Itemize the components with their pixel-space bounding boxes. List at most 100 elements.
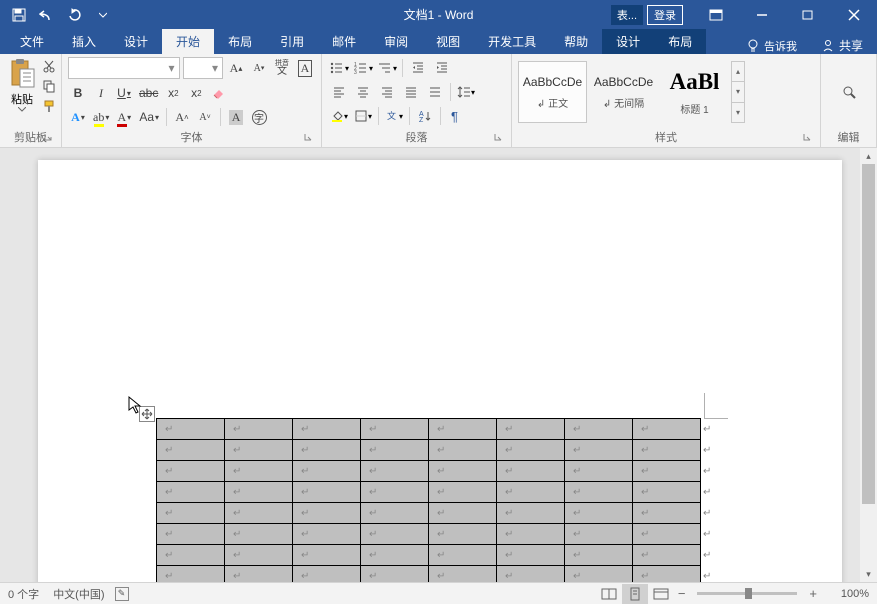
tab-design[interactable]: 设计 [110, 29, 162, 54]
table-cell[interactable]: ↵ [565, 524, 633, 545]
styles-up-button[interactable]: ▴ [732, 62, 744, 82]
scroll-up-button[interactable]: ▴ [860, 148, 877, 164]
table-cell[interactable]: ↵ [157, 566, 225, 583]
table-cell[interactable]: ↵ [429, 566, 497, 583]
table-cell[interactable]: ↵ [293, 482, 361, 503]
table-cell[interactable]: ↵ [293, 503, 361, 524]
enclose-char-button[interactable]: 字 [249, 107, 269, 127]
table-cell[interactable]: ↵ [361, 503, 429, 524]
subscript-button[interactable]: x2 [163, 83, 183, 103]
table-cell[interactable]: ↵ [497, 524, 565, 545]
table-cell[interactable]: ↵ [157, 524, 225, 545]
italic-button[interactable]: I [91, 83, 111, 103]
table-cell[interactable]: ↵ [429, 524, 497, 545]
table-cell[interactable]: ↵ [497, 482, 565, 503]
table-cell[interactable]: ↵ [633, 440, 701, 461]
language-status[interactable]: 中文(中国) [53, 586, 104, 602]
tab-help[interactable]: 帮助 [550, 29, 602, 54]
font-family-combobox[interactable]: ▾ [68, 57, 180, 79]
styles-more-button[interactable]: ▾ [732, 103, 744, 122]
table-cell[interactable]: ↵ [157, 482, 225, 503]
table-cell[interactable]: ↵ [293, 461, 361, 482]
table-cell[interactable]: ↵ [225, 545, 293, 566]
table-cell[interactable]: ↵ [633, 524, 701, 545]
table-cell[interactable]: ↵ [565, 461, 633, 482]
zoom-slider[interactable] [697, 592, 797, 595]
tab-table-layout[interactable]: 布局 [654, 29, 706, 54]
grow-font2-button[interactable]: A˄ [172, 107, 192, 127]
ribbon-options-button[interactable] [693, 0, 739, 29]
table-cell[interactable]: ↵ [497, 566, 565, 583]
table-cell[interactable]: ↵ [565, 419, 633, 440]
table-cell[interactable]: ↵ [565, 440, 633, 461]
style-no-spacing[interactable]: AaBbCcDe ↲ 无间隔 [589, 61, 658, 123]
tab-insert[interactable]: 插入 [58, 29, 110, 54]
text-effects-button[interactable]: A▾ [68, 107, 88, 127]
table-cell[interactable]: ↵ [225, 461, 293, 482]
borders-button[interactable]: ▾ [352, 106, 374, 126]
numbering-button[interactable]: 123▾ [352, 58, 374, 78]
table-cell[interactable]: ↵ [157, 419, 225, 440]
grow-font-button[interactable]: A▴ [226, 58, 246, 78]
align-right-button[interactable] [376, 82, 398, 102]
minimize-button[interactable] [739, 0, 785, 29]
tab-references[interactable]: 引用 [266, 29, 318, 54]
table-move-handle[interactable] [139, 406, 155, 422]
table-cell[interactable]: ↵ [633, 482, 701, 503]
table-cell[interactable]: ↵ [361, 419, 429, 440]
char-shading-button[interactable]: A [226, 107, 246, 127]
table-cell[interactable]: ↵ [293, 440, 361, 461]
styles-down-button[interactable]: ▾ [732, 82, 744, 102]
table-cell[interactable]: ↵ [497, 440, 565, 461]
superscript-button[interactable]: x2 [186, 83, 206, 103]
table-cell[interactable]: ↵ [497, 419, 565, 440]
table-cell[interactable]: ↵ [225, 440, 293, 461]
table-cell[interactable]: ↵ [565, 482, 633, 503]
table-cell[interactable]: ↵ [157, 545, 225, 566]
table-cell[interactable]: ↵ [293, 545, 361, 566]
table-cell[interactable]: ↵ [293, 419, 361, 440]
table-cell[interactable]: ↵ [293, 524, 361, 545]
zoom-slider-handle[interactable] [745, 588, 752, 599]
paragraph-launcher[interactable] [491, 132, 505, 146]
align-left-button[interactable] [328, 82, 350, 102]
table-cell[interactable]: ↵ [429, 545, 497, 566]
scroll-down-button[interactable]: ▾ [860, 566, 877, 582]
table-cell[interactable]: ↵ [225, 524, 293, 545]
justify-button[interactable] [400, 82, 422, 102]
table-cell[interactable]: ↵ [565, 545, 633, 566]
table-cell[interactable]: ↵ [225, 566, 293, 583]
sort-button[interactable]: AZ [414, 106, 436, 126]
find-button[interactable] [838, 83, 860, 101]
zoom-level[interactable]: 100% [829, 588, 869, 600]
table-cell[interactable]: ↵ [497, 545, 565, 566]
table-cell[interactable]: ↵ [361, 461, 429, 482]
tab-file[interactable]: 文件 [6, 29, 58, 54]
table-cell[interactable]: ↵ [225, 503, 293, 524]
bullets-button[interactable]: ▾ [328, 58, 350, 78]
undo-button[interactable] [34, 3, 60, 27]
underline-button[interactable]: U▾ [114, 83, 134, 103]
tab-table-design[interactable]: 设计 [602, 29, 654, 54]
ime-icon[interactable]: ✎ [115, 587, 129, 601]
tab-home[interactable]: 开始 [162, 29, 214, 54]
redo-button[interactable] [62, 3, 88, 27]
paste-button[interactable]: 粘贴 [6, 57, 38, 112]
table-cell[interactable]: ↵ [361, 440, 429, 461]
table-cell[interactable]: ↵ [361, 524, 429, 545]
table-cell[interactable]: ↵ [429, 419, 497, 440]
table-cell[interactable]: ↵ [565, 503, 633, 524]
table-cell[interactable]: ↵ [429, 503, 497, 524]
align-center-button[interactable] [352, 82, 374, 102]
show-marks-button[interactable]: ¶ [445, 106, 467, 126]
increase-indent-button[interactable] [431, 58, 453, 78]
table-cell[interactable]: ↵ [633, 545, 701, 566]
highlight-button[interactable]: ab▾ [91, 107, 111, 127]
scrollbar-thumb[interactable] [862, 164, 875, 504]
styles-launcher[interactable] [800, 132, 814, 146]
shrink-font2-button[interactable]: A˅ [195, 107, 215, 127]
web-layout-button[interactable] [648, 584, 674, 604]
table-cell[interactable]: ↵ [225, 482, 293, 503]
phonetic-guide-button[interactable]: 拼音文 [272, 58, 292, 78]
table-cell[interactable]: ↵ [225, 419, 293, 440]
